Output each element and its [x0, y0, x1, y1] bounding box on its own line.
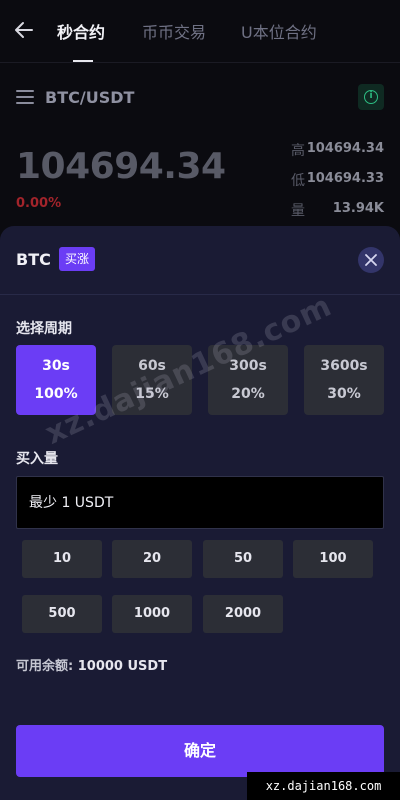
quick-amount-2000[interactable]: 2000 — [203, 595, 283, 633]
amount-input[interactable] — [16, 476, 384, 529]
top-nav: 秒合约 币币交易 U本位合约 — [0, 0, 400, 62]
high-value: 104694.34 — [306, 141, 384, 156]
period-label: 选择周期 — [16, 321, 72, 337]
volume-label: 量 — [291, 203, 305, 219]
divider — [0, 294, 400, 295]
close-button[interactable] — [358, 247, 384, 273]
high-label: 高 — [291, 143, 305, 159]
period-option-3600s[interactable]: 3600s 30% — [304, 345, 384, 415]
period-time: 300s — [229, 358, 267, 374]
watermark-label: xz.dajian168.com — [247, 772, 400, 800]
close-icon — [365, 254, 377, 266]
quick-amount-1000[interactable]: 1000 — [112, 595, 192, 633]
info-icon: i — [364, 90, 378, 104]
period-time: 60s — [138, 358, 166, 374]
quick-amount-10[interactable]: 10 — [22, 540, 102, 578]
available-balance: 可用余额: 10000 USDT — [16, 655, 167, 674]
back-arrow-icon[interactable] — [12, 18, 36, 42]
period-time: 30s — [42, 358, 70, 374]
confirm-button[interactable]: 确定 — [16, 725, 384, 777]
balance-value: 10000 USDT — [77, 659, 168, 674]
tab-spot-trading[interactable]: 币币交易 — [142, 19, 206, 43]
period-time: 3600s — [320, 358, 368, 374]
low-label: 低 — [291, 173, 305, 189]
order-sheet: BTC 买涨 选择周期 30s 100% 60s 15% 300s 20% 36… — [0, 226, 400, 800]
quick-amount-20[interactable]: 20 — [112, 540, 192, 578]
tab-usdt-futures[interactable]: U本位合约 — [241, 19, 317, 43]
divider — [0, 62, 400, 63]
sheet-title: BTC — [16, 250, 51, 269]
quick-amount-500[interactable]: 500 — [22, 595, 102, 633]
period-rate: 30% — [327, 386, 361, 402]
period-rate: 20% — [231, 386, 265, 402]
period-option-30s[interactable]: 30s 100% — [16, 345, 96, 415]
last-price: 104694.34 — [16, 146, 226, 187]
balance-label: 可用余额: — [16, 659, 74, 674]
info-button[interactable]: i — [358, 84, 384, 110]
amount-label: 买入量 — [16, 451, 58, 467]
period-rate: 100% — [34, 386, 78, 402]
pair-name[interactable]: BTC/USDT — [45, 88, 134, 107]
quick-amount-100[interactable]: 100 — [293, 540, 373, 578]
volume-value: 13.94K — [332, 201, 384, 216]
menu-icon[interactable] — [16, 90, 34, 104]
pair-header: BTC/USDT i — [0, 78, 400, 118]
quick-amount-50[interactable]: 50 — [203, 540, 283, 578]
price-change: 0.00% — [16, 196, 62, 211]
period-rate: 15% — [135, 386, 169, 402]
period-option-60s[interactable]: 60s 15% — [112, 345, 192, 415]
direction-badge: 买涨 — [59, 247, 96, 271]
low-value: 104694.33 — [306, 171, 384, 186]
period-option-300s[interactable]: 300s 20% — [208, 345, 288, 415]
tab-seconds-contract[interactable]: 秒合约 — [57, 19, 105, 43]
